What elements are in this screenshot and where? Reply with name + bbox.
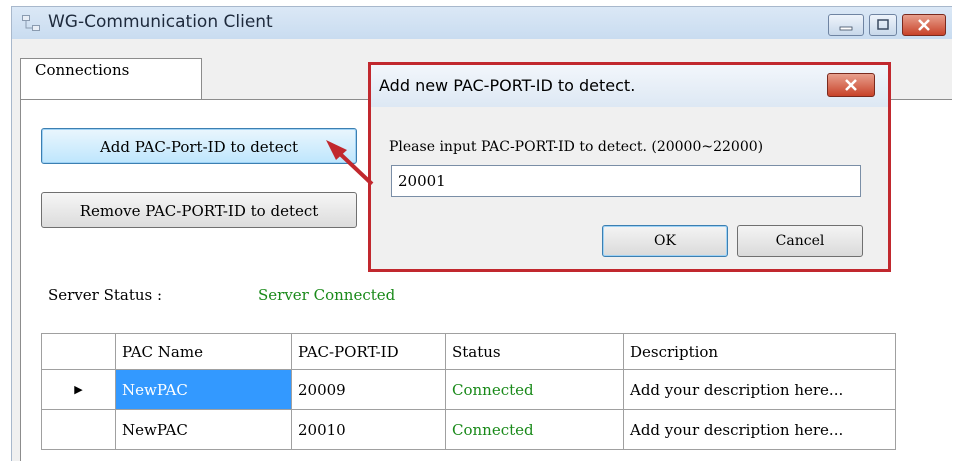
ok-button[interactable]: OK [602, 225, 728, 257]
server-status-value: Server Connected [258, 286, 396, 304]
window-title: WG-Communication Client [48, 12, 273, 32]
status-cell[interactable]: Connected [445, 409, 624, 450]
column-header-pac-name[interactable]: PAC Name [115, 333, 292, 370]
server-status-label: Server Status : [48, 286, 163, 304]
port-id-input[interactable] [391, 165, 861, 197]
cancel-button[interactable]: Cancel [737, 225, 863, 257]
close-button[interactable] [902, 14, 946, 36]
status-cell[interactable]: Connected [445, 369, 624, 410]
minimize-icon [839, 26, 853, 31]
current-row-indicator-icon[interactable]: ▶ [41, 369, 116, 410]
table-row[interactable]: NewPAC 20010 Connected Add your descript… [41, 409, 896, 450]
maximize-icon [877, 19, 889, 30]
remove-pac-port-id-button[interactable]: Remove PAC-PORT-ID to detect [41, 192, 357, 228]
column-header-pac-port-id[interactable]: PAC-PORT-ID [291, 333, 446, 370]
description-cell[interactable]: Add your description here... [623, 369, 896, 410]
add-pac-port-id-button[interactable]: Add PAC-Port-ID to detect [41, 128, 357, 164]
pac-port-id-cell[interactable]: 20009 [291, 369, 446, 410]
dialog-close-button[interactable] [827, 73, 875, 97]
column-header-description[interactable]: Description [623, 333, 896, 370]
dialog-title: Add new PAC-PORT-ID to detect. [379, 76, 636, 95]
table-row[interactable]: ▶ NewPAC 20009 Connected Add your descri… [41, 369, 896, 410]
description-cell[interactable]: Add your description here... [623, 409, 896, 450]
add-port-dialog: Add new PAC-PORT-ID to detect. Please in… [368, 62, 891, 272]
network-computers-icon [22, 15, 40, 31]
row-header-corner [41, 333, 116, 370]
title-bar[interactable]: WG-Communication Client [12, 7, 952, 39]
minimize-button[interactable] [828, 14, 864, 36]
maximize-button[interactable] [869, 14, 897, 36]
table-header-row: PAC Name PAC-PORT-ID Status Description [41, 333, 896, 370]
dialog-title-bar[interactable]: Add new PAC-PORT-ID to detect. [371, 65, 888, 107]
close-icon [918, 19, 930, 31]
row-header-cell[interactable] [41, 409, 116, 450]
dialog-prompt: Please input PAC-PORT-ID to detect. (200… [389, 139, 764, 155]
pac-name-cell[interactable]: NewPAC [115, 409, 292, 450]
pac-name-cell[interactable]: NewPAC [115, 369, 292, 410]
tab-connections[interactable]: Connections [20, 58, 202, 100]
pac-port-id-cell[interactable]: 20010 [291, 409, 446, 450]
pac-table: PAC Name PAC-PORT-ID Status Description … [41, 333, 896, 450]
column-header-status[interactable]: Status [445, 333, 624, 370]
close-icon [845, 79, 857, 91]
